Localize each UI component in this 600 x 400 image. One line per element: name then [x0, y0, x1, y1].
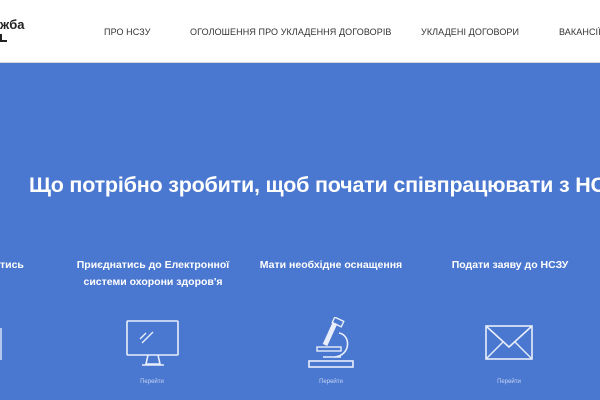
step-label-ehealth: Приєднатись до Електронної системи охоро…: [76, 259, 230, 288]
page-title: Що потрібно зробити, щоб почати співпрац…: [29, 173, 600, 197]
nav-item-concluded-contracts[interactable]: УКЛАДЕНІ ДОГОВОРИ: [421, 27, 519, 37]
partial-icon: [0, 326, 4, 362]
nav-item-about[interactable]: ПРО НСЗУ: [104, 27, 151, 37]
nav-item-vacancies[interactable]: ВАКАНСІЇ: [559, 27, 600, 37]
microscope-icon: [305, 316, 357, 376]
nav-item-contract-announcements[interactable]: ОГОЛОШЕННЯ ПРО УКЛАДЕННЯ ДОГОВОРІВ: [190, 27, 392, 37]
step-link-equipment[interactable]: Перейти: [311, 379, 351, 385]
top-navigation-bar: жба ПРО НСЗУ ОГОЛОШЕННЯ ПРО УКЛАДЕННЯ ДО…: [0, 0, 600, 63]
logo-mark-icon: [0, 34, 7, 42]
logo-text[interactable]: жба: [0, 18, 24, 32]
envelope-icon: [485, 325, 533, 366]
step-link-ehealth[interactable]: Перейти: [132, 379, 172, 385]
step-label-equipment: Мати необхідне оснащення: [259, 259, 403, 271]
step-label-application: Подати заяву до НСЗУ: [451, 259, 569, 271]
step-link-application[interactable]: Перейти: [489, 379, 529, 385]
monitor-icon: [126, 319, 180, 372]
step-label-partial: тись: [0, 259, 24, 271]
